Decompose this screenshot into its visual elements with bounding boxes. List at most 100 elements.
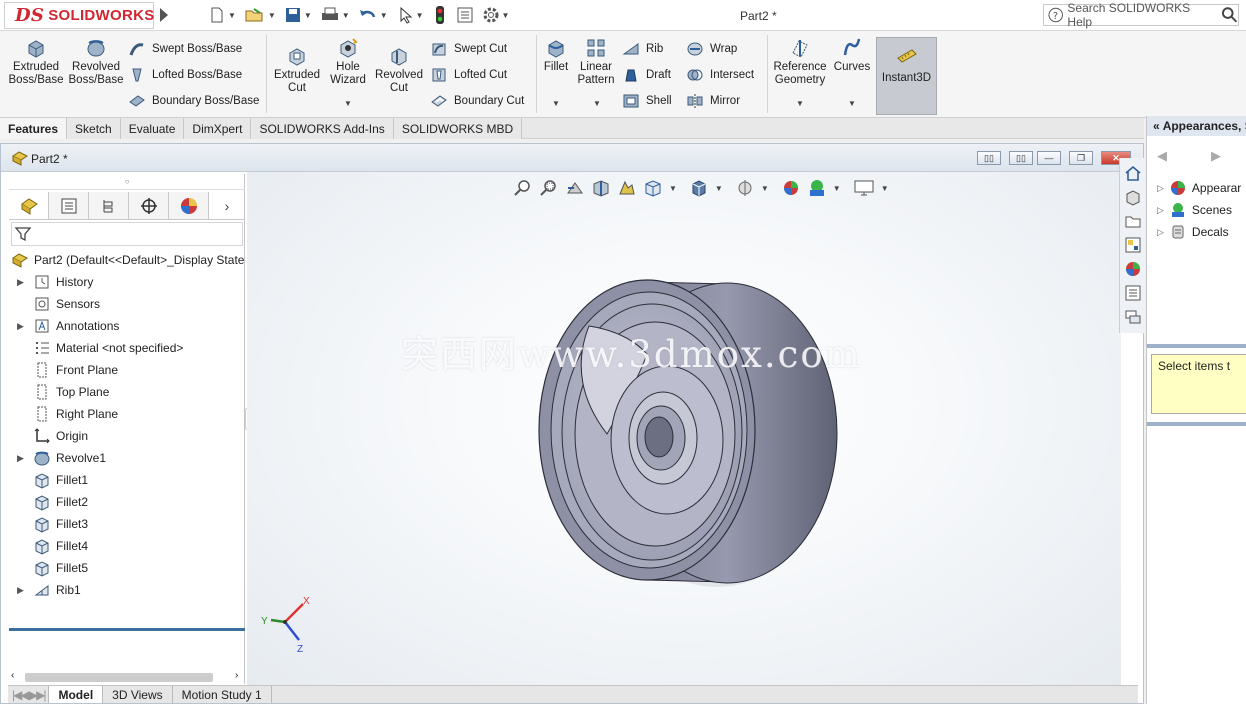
- tree-item-fillet2[interactable]: Fillet2: [17, 492, 88, 512]
- curves-dropdown-icon[interactable]: ▼: [848, 99, 856, 108]
- tabs-scroll-right-icon[interactable]: ›: [209, 192, 245, 219]
- graphics-area[interactable]: ▼ ▼ ▼ ▼ ▼ 突西网www.3dmox.com X Y Z: [247, 172, 1121, 687]
- tree-item-revolve1[interactable]: ▶ Revolve1: [17, 448, 106, 468]
- tp-item-scenes[interactable]: ▷ Scenes: [1157, 200, 1232, 220]
- hide-show-items-icon[interactable]: [735, 178, 755, 198]
- zoom-to-area-icon[interactable]: [539, 178, 559, 198]
- appearances-scenes-tab[interactable]: [1122, 258, 1144, 280]
- tab-sketch[interactable]: Sketch: [67, 118, 121, 139]
- curves-button[interactable]: Curves: [832, 37, 872, 74]
- scroll-left-icon[interactable]: ‹: [11, 670, 14, 681]
- tree-item-fillet5[interactable]: Fillet5: [17, 558, 88, 578]
- minimize-button[interactable]: —: [1037, 151, 1061, 165]
- feature-tree-filter[interactable]: [11, 222, 243, 246]
- revolved-boss-button[interactable]: Revolved Boss/Base: [68, 37, 124, 87]
- expand-arrow-icon[interactable]: ▷: [1157, 227, 1164, 238]
- swept-cut-button[interactable]: Swept Cut: [430, 39, 507, 59]
- tile-left-button[interactable]: ▯▯: [977, 151, 1001, 165]
- instant3d-button[interactable]: Instant3D: [876, 37, 937, 115]
- file-properties-icon[interactable]: [456, 6, 474, 24]
- tree-item-history[interactable]: ▶ History: [17, 272, 93, 292]
- tab-navigation-arrows[interactable]: |◀◀ ▶▶|: [8, 686, 50, 703]
- view-palette-tab[interactable]: [1122, 234, 1144, 256]
- hole-wizard-dropdown-icon[interactable]: ▼: [344, 99, 352, 108]
- tree-item-right-plane[interactable]: Right Plane: [17, 404, 118, 424]
- boundary-boss-button[interactable]: Boundary Boss/Base: [128, 91, 259, 111]
- expand-arrow-icon[interactable]: ▶: [17, 453, 33, 464]
- tab-solidworks-add-ins[interactable]: SOLIDWORKS Add-Ins: [251, 118, 394, 139]
- view-orientation-icon[interactable]: [643, 178, 663, 198]
- tab-solidworks-mbd[interactable]: SOLIDWORKS MBD: [393, 118, 523, 139]
- apply-scene-icon[interactable]: [807, 178, 827, 198]
- restore-button[interactable]: ❐: [1069, 151, 1093, 165]
- tp-item-appearances[interactable]: ▷ Appearar: [1157, 178, 1241, 198]
- tab-3d-views[interactable]: 3D Views: [103, 686, 173, 703]
- save-icon[interactable]: [284, 6, 302, 24]
- tab-dimxpert-manager[interactable]: [129, 192, 169, 219]
- file-explorer-tab[interactable]: [1122, 210, 1144, 232]
- search-icon[interactable]: [1221, 6, 1238, 24]
- options-gear-icon[interactable]: [482, 6, 500, 24]
- tree-item-front-plane[interactable]: Front Plane: [17, 360, 118, 380]
- hide-show-dropdown-icon[interactable]: ▼: [761, 184, 769, 193]
- expand-arrow-icon[interactable]: ▶: [17, 277, 33, 288]
- expand-arrow-icon[interactable]: ▷: [1157, 205, 1164, 216]
- tab-features[interactable]: Features: [0, 118, 68, 139]
- print-icon[interactable]: [320, 6, 340, 24]
- tp-item-decals[interactable]: ▷ Decals: [1157, 222, 1229, 242]
- tree-root-part[interactable]: Part2 (Default<<Default>_Display State: [11, 250, 244, 270]
- back-arrow-icon[interactable]: ◀: [1157, 148, 1167, 164]
- display-style-icon[interactable]: [689, 178, 709, 198]
- intersect-button[interactable]: Intersect: [686, 65, 754, 85]
- forum-tab[interactable]: [1122, 306, 1144, 328]
- forward-arrow-icon[interactable]: ▶: [1211, 148, 1221, 164]
- view-settings-dropdown-icon[interactable]: ▼: [881, 184, 889, 193]
- edit-appearance-icon[interactable]: [781, 178, 801, 198]
- tab-model[interactable]: Model: [49, 686, 104, 703]
- tree-item-top-plane[interactable]: Top Plane: [17, 382, 109, 402]
- help-search-box[interactable]: ? Search SOLIDWORKS Help: [1043, 1, 1239, 29]
- dynamic-annotation-icon[interactable]: [617, 178, 637, 198]
- reference-geometry-dropdown-icon[interactable]: ▼: [796, 99, 804, 108]
- tree-item-material-not-specified[interactable]: Material <not specified>: [17, 338, 183, 358]
- mirror-button[interactable]: Mirror: [686, 91, 740, 111]
- pattern-dropdown-icon[interactable]: ▼: [593, 99, 601, 108]
- boundary-cut-button[interactable]: Boundary Cut: [430, 91, 524, 111]
- collapse-chevron-icon[interactable]: «: [1153, 119, 1160, 133]
- tab-evaluate[interactable]: Evaluate: [120, 118, 185, 139]
- section-view-icon[interactable]: [591, 178, 611, 198]
- reference-geometry-button[interactable]: Reference Geometry: [770, 37, 830, 87]
- linear-pattern-button[interactable]: Linear Pattern: [574, 37, 618, 87]
- apply-scene-dropdown-icon[interactable]: ▼: [833, 184, 841, 193]
- shell-button[interactable]: Shell: [622, 91, 672, 111]
- new-document-icon[interactable]: [208, 6, 226, 24]
- select-cursor-icon[interactable]: [398, 6, 414, 24]
- tree-item-rib1[interactable]: ▶ Rib1: [17, 580, 81, 600]
- tab-feature-manager-tree[interactable]: [9, 192, 49, 219]
- tree-item-fillet3[interactable]: Fillet3: [17, 514, 88, 534]
- solidworks-resources-tab[interactable]: [1122, 162, 1144, 184]
- lofted-boss-button[interactable]: Lofted Boss/Base: [128, 65, 242, 85]
- extruded-boss-button[interactable]: Extruded Boss/Base: [8, 37, 64, 87]
- wrap-button[interactable]: Wrap: [686, 39, 737, 59]
- tab-dimxpert[interactable]: DimXpert: [184, 118, 252, 139]
- extruded-cut-button[interactable]: Extruded Cut: [272, 45, 322, 95]
- rebuild-traffic-light-icon[interactable]: [434, 5, 446, 25]
- custom-properties-tab[interactable]: [1122, 282, 1144, 304]
- tree-item-sensors[interactable]: Sensors: [17, 294, 100, 314]
- wheel-3d-model[interactable]: [527, 262, 857, 602]
- tile-right-button[interactable]: ▯▯: [1009, 151, 1033, 165]
- design-library-tab[interactable]: [1122, 186, 1144, 208]
- fillet-button[interactable]: Fillet: [540, 37, 572, 74]
- tree-item-annotations[interactable]: ▶ Annotations: [17, 316, 119, 336]
- undo-icon[interactable]: [358, 6, 378, 24]
- task-pane-header[interactable]: « Appearances, S: [1147, 116, 1246, 136]
- tab-configuration-manager[interactable]: [89, 192, 129, 219]
- tree-item-fillet1[interactable]: Fillet1: [17, 470, 88, 490]
- revolved-cut-button[interactable]: Revolved Cut: [374, 45, 424, 95]
- expand-arrow-icon[interactable]: ▶: [17, 321, 33, 332]
- tree-item-fillet4[interactable]: Fillet4: [17, 536, 88, 556]
- scroll-right-icon[interactable]: ›: [235, 670, 238, 681]
- swept-boss-button[interactable]: Swept Boss/Base: [128, 39, 242, 59]
- previous-view-icon[interactable]: [565, 178, 585, 198]
